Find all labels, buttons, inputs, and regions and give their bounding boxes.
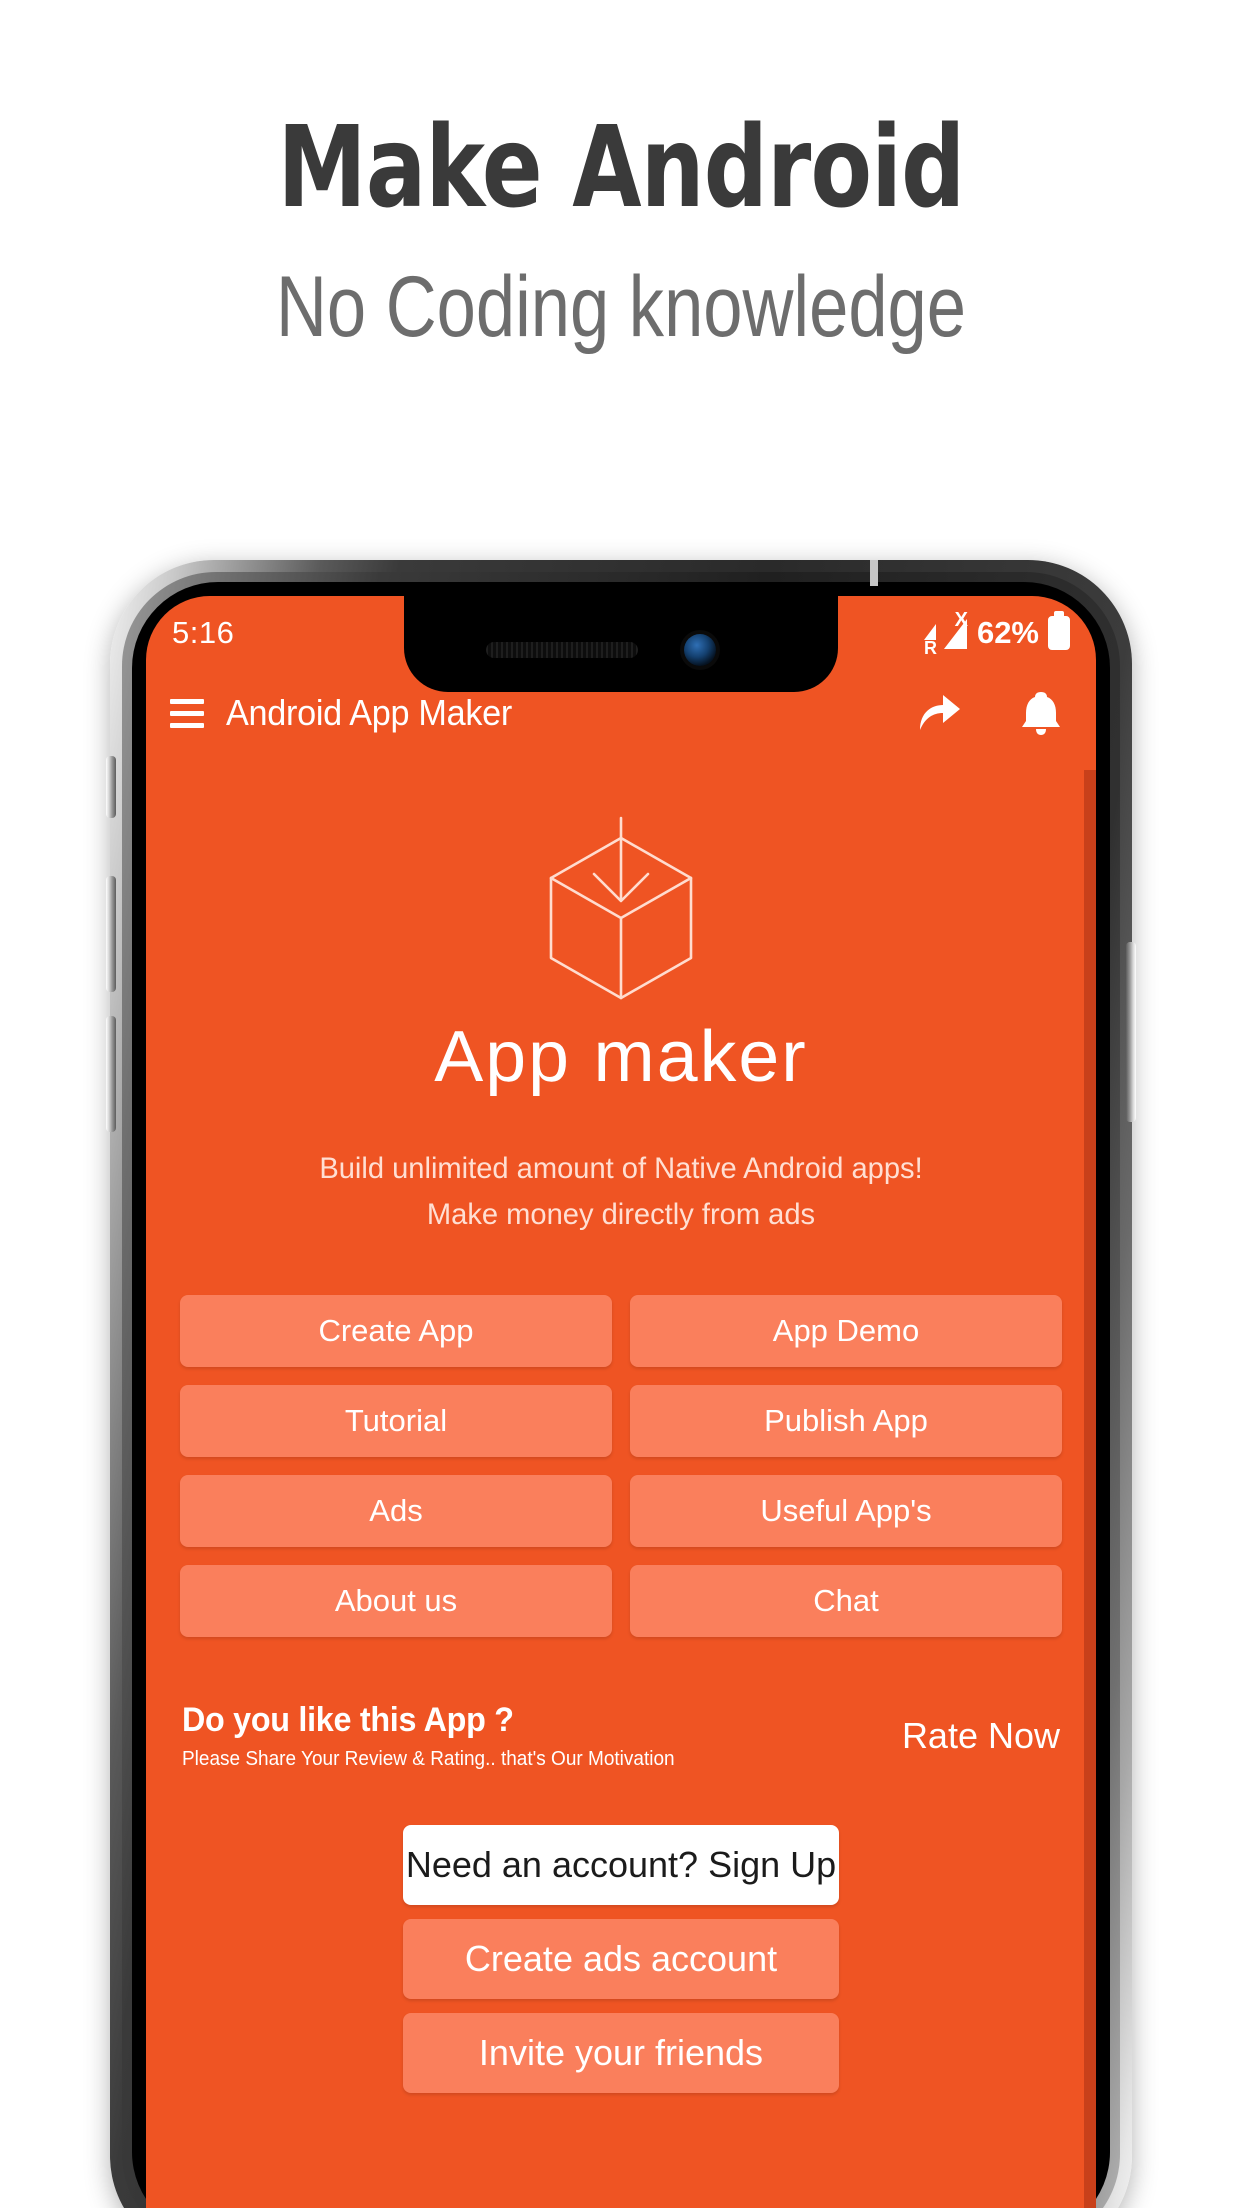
battery-icon: [1048, 616, 1070, 650]
menu-button-useful-apps[interactable]: Useful App's: [630, 1475, 1062, 1548]
promo-title: Make Android: [277, 103, 965, 233]
cube-download-logo-icon: [549, 816, 693, 1000]
rate-question: Do you like this App ?: [182, 1701, 514, 1740]
bell-icon[interactable]: [1018, 690, 1064, 736]
hero-tagline: Build unlimited amount of Native Android…: [160, 1146, 1082, 1237]
status-time: 5:16: [172, 615, 235, 650]
rate-section: Do you like this App ? Please Share Your…: [146, 1701, 1096, 1771]
phone-notch: [404, 596, 838, 692]
phone-screen: 5:16 X R 62% Android App Maker App maker…: [146, 596, 1096, 2208]
earpiece-speaker-icon: [486, 642, 638, 658]
sign-up-button[interactable]: Need an account? Sign Up: [403, 1825, 839, 1906]
power-button[interactable]: [1126, 942, 1136, 1122]
promo-header: Make Android No Coding knowledge: [0, 0, 1242, 350]
app-bar-title: Android App Maker: [226, 692, 513, 733]
logo-wrap: [146, 800, 1096, 1010]
menu-button-create-app[interactable]: Create App: [180, 1295, 612, 1368]
rate-text-block: Do you like this App ? Please Share Your…: [182, 1701, 701, 1771]
silence-switch-button[interactable]: [106, 756, 116, 818]
status-indicators: X R 62%: [922, 610, 1070, 657]
volume-up-button[interactable]: [106, 876, 116, 992]
bottom-button-stack: Need an account? Sign Up Create ads acco…: [146, 1825, 1096, 2094]
menu-button-grid: Create App App Demo Tutorial Publish App…: [146, 1295, 1096, 1638]
menu-button-about-us[interactable]: About us: [180, 1565, 612, 1638]
antenna-line: [870, 560, 878, 586]
invite-friends-button[interactable]: Invite your friends: [403, 2013, 839, 2094]
rate-now-link[interactable]: Rate Now: [902, 1715, 1060, 1757]
hamburger-menu-icon[interactable]: [170, 698, 204, 728]
battery-percent-label: 62%: [976, 615, 1039, 650]
signal-r-label: R: [923, 638, 937, 658]
menu-button-chat[interactable]: Chat: [630, 1565, 1062, 1638]
tagline-line-1: Build unlimited amount of Native Android…: [319, 1152, 923, 1185]
menu-button-ads[interactable]: Ads: [180, 1475, 612, 1548]
share-icon[interactable]: [916, 690, 962, 736]
promo-subtitle: No Coding knowledge: [275, 259, 966, 355]
menu-button-app-demo[interactable]: App Demo: [630, 1295, 1062, 1368]
brand-name: App maker: [434, 1017, 808, 1097]
app-bar-actions: [916, 690, 1064, 736]
signal-strength-icon: X R: [922, 610, 968, 657]
screen-content: App maker Build unlimited amount of Nati…: [146, 756, 1096, 2208]
vertical-scrollbar[interactable]: [1084, 770, 1096, 2208]
menu-button-publish-app[interactable]: Publish App: [630, 1385, 1062, 1458]
front-camera-icon: [684, 634, 716, 666]
signal-x-label: X: [954, 609, 968, 631]
tagline-line-2: Make money directly from ads: [426, 1197, 816, 1231]
rate-subtext: Please Share Your Review & Rating.. that…: [182, 1748, 675, 1771]
phone-device-mockup: 5:16 X R 62% Android App Maker App maker…: [106, 560, 1136, 2208]
volume-down-button[interactable]: [106, 1016, 116, 1132]
create-ads-account-button[interactable]: Create ads account: [403, 1919, 839, 2000]
menu-button-tutorial[interactable]: Tutorial: [180, 1385, 612, 1458]
